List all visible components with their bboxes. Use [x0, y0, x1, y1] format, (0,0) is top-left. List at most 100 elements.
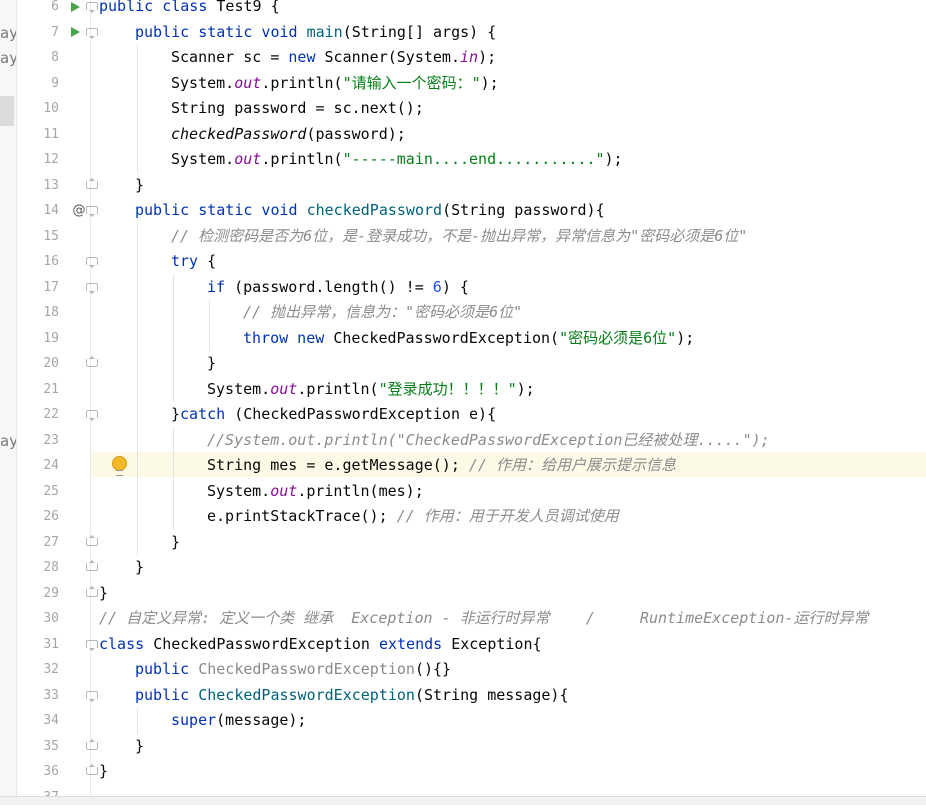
line-number[interactable]: 36 — [35, 759, 59, 785]
code-line[interactable]: super(message); — [171, 708, 306, 734]
code-token: // 作用：给用户展示提示信息 — [469, 456, 676, 474]
code-token: out — [270, 380, 297, 398]
fold-expand-icon[interactable] — [86, 410, 98, 418]
code-line[interactable]: try { — [171, 249, 216, 275]
code-line[interactable]: //System.out.println("CheckedPasswordExc… — [207, 428, 770, 454]
line-number[interactable]: 7 — [35, 20, 59, 46]
line-number[interactable]: 12 — [35, 147, 59, 173]
line-number[interactable]: 24 — [35, 453, 59, 479]
fold-expand-icon[interactable] — [86, 283, 98, 291]
code-line[interactable]: } — [99, 759, 108, 785]
line-number[interactable]: 14 — [35, 198, 59, 224]
line-number[interactable]: 30 — [35, 606, 59, 632]
code-line[interactable]: class CheckedPasswordException extends E… — [99, 632, 542, 658]
code-token: // 检测密码是否为6位，是-登录成功，不是-抛出异常，异常信息为"密码必须是6… — [171, 227, 747, 245]
code-line[interactable]: if (password.length() != 6) { — [207, 275, 469, 301]
code-line[interactable]: // 检测密码是否为6位，是-登录成功，不是-抛出异常，异常信息为"密码必须是6… — [171, 224, 747, 250]
code-token: Scanner sc = — [171, 48, 288, 66]
fold-end-icon[interactable] — [86, 767, 98, 775]
line-number[interactable]: 9 — [35, 71, 59, 97]
code-token: } — [135, 176, 144, 194]
code-line[interactable]: } — [135, 734, 144, 760]
line-number[interactable]: 10 — [35, 96, 59, 122]
line-number[interactable]: 13 — [35, 173, 59, 199]
line-number[interactable]: 26 — [35, 504, 59, 530]
editor-gutter[interactable]: 67891011121314@1516171819202122232425262… — [17, 0, 90, 796]
code-line[interactable]: System.out.println("请输入一个密码："); — [171, 71, 499, 97]
code-token: public class — [99, 0, 216, 15]
run-icon[interactable] — [71, 2, 80, 12]
line-number[interactable]: 11 — [35, 122, 59, 148]
code-token: out — [234, 74, 261, 92]
code-line[interactable]: throw new CheckedPasswordException("密码必须… — [243, 326, 694, 352]
code-line[interactable]: e.printStackTrace(); // 作用：用于开发人员调试使用 — [207, 504, 619, 530]
fold-end-icon[interactable] — [86, 563, 98, 571]
line-number[interactable]: 31 — [35, 632, 59, 658]
fold-end-icon[interactable] — [86, 589, 98, 597]
fold-expand-icon[interactable] — [86, 257, 98, 265]
line-number[interactable]: 35 — [35, 734, 59, 760]
project-panel-selected-row[interactable] — [0, 96, 14, 126]
code-line[interactable]: Scanner sc = new Scanner(System.in); — [171, 45, 496, 71]
code-line[interactable]: String mes = e.getMessage(); // 作用：给用户展示… — [207, 453, 676, 479]
code-token: } — [135, 558, 144, 576]
run-icon[interactable] — [71, 27, 80, 37]
line-number[interactable]: 8 — [35, 45, 59, 71]
code-editor[interactable]: public class Test9 {public static void m… — [91, 0, 926, 796]
line-number[interactable]: 22 — [35, 402, 59, 428]
line-number[interactable]: 27 — [35, 530, 59, 556]
fold-expand-icon[interactable] — [86, 2, 98, 10]
project-panel-fragment[interactable]: ay — [0, 431, 16, 451]
fold-end-icon[interactable] — [86, 742, 98, 750]
code-line[interactable]: } — [135, 555, 144, 581]
code-line[interactable]: } — [171, 530, 180, 556]
fold-end-icon[interactable] — [86, 181, 98, 189]
line-number[interactable]: 19 — [35, 326, 59, 352]
code-line[interactable]: // 自定义异常: 定义一个类 继承 Exception - 非运行时异常 / … — [99, 606, 868, 632]
code-line[interactable]: public static void main(String[] args) { — [135, 20, 496, 46]
fold-end-icon[interactable] — [86, 359, 98, 367]
fold-end-icon[interactable] — [86, 538, 98, 546]
code-token: CheckedPasswordException( — [333, 329, 559, 347]
fold-expand-icon[interactable] — [86, 640, 98, 648]
code-token: System. — [171, 74, 234, 92]
intention-bulb-icon[interactable] — [112, 456, 127, 471]
line-number[interactable]: 25 — [35, 479, 59, 505]
line-number[interactable]: 6 — [35, 0, 59, 20]
code-line[interactable]: public CheckedPasswordException(String m… — [135, 683, 569, 709]
override-icon[interactable]: @ — [71, 198, 87, 224]
code-line[interactable]: }catch (CheckedPasswordException e){ — [171, 402, 496, 428]
line-number[interactable]: 34 — [35, 708, 59, 734]
code-line[interactable]: System.out.println(mes); — [207, 479, 424, 505]
line-number[interactable]: 29 — [35, 581, 59, 607]
project-panel-fragment[interactable]: ay — [0, 23, 16, 43]
code-line[interactable]: System.out.println("-----main....end....… — [171, 147, 623, 173]
line-number[interactable]: 20 — [35, 351, 59, 377]
code-line[interactable]: } — [135, 173, 144, 199]
code-line[interactable]: checkedPassword(password); — [171, 122, 406, 148]
code-line[interactable]: public class Test9 { — [99, 0, 280, 20]
code-line[interactable]: } — [99, 581, 108, 607]
code-line[interactable]: // 抛出异常，信息为："密码必须是6位" — [243, 300, 522, 326]
line-number[interactable]: 32 — [35, 657, 59, 683]
code-line[interactable]: public CheckedPasswordException(){} — [135, 657, 451, 683]
code-token: { — [207, 252, 216, 270]
fold-expand-icon[interactable] — [86, 206, 98, 214]
line-number[interactable]: 15 — [35, 224, 59, 250]
code-line[interactable]: public static void checkedPassword(Strin… — [135, 198, 605, 224]
fold-expand-icon[interactable] — [86, 28, 98, 36]
line-number[interactable]: 23 — [35, 428, 59, 454]
line-number[interactable]: 28 — [35, 555, 59, 581]
project-panel-fragment[interactable]: ay — [0, 48, 16, 68]
code-line[interactable]: } — [207, 351, 216, 377]
line-number[interactable]: 16 — [35, 249, 59, 275]
line-number[interactable]: 17 — [35, 275, 59, 301]
code-token: .println( — [261, 74, 342, 92]
code-line[interactable]: System.out.println("登录成功！！！！"); — [207, 377, 535, 403]
code-token: extends — [379, 635, 451, 653]
line-number[interactable]: 21 — [35, 377, 59, 403]
fold-expand-icon[interactable] — [86, 691, 98, 699]
line-number[interactable]: 33 — [35, 683, 59, 709]
line-number[interactable]: 18 — [35, 300, 59, 326]
code-line[interactable]: String password = sc.next(); — [171, 96, 424, 122]
